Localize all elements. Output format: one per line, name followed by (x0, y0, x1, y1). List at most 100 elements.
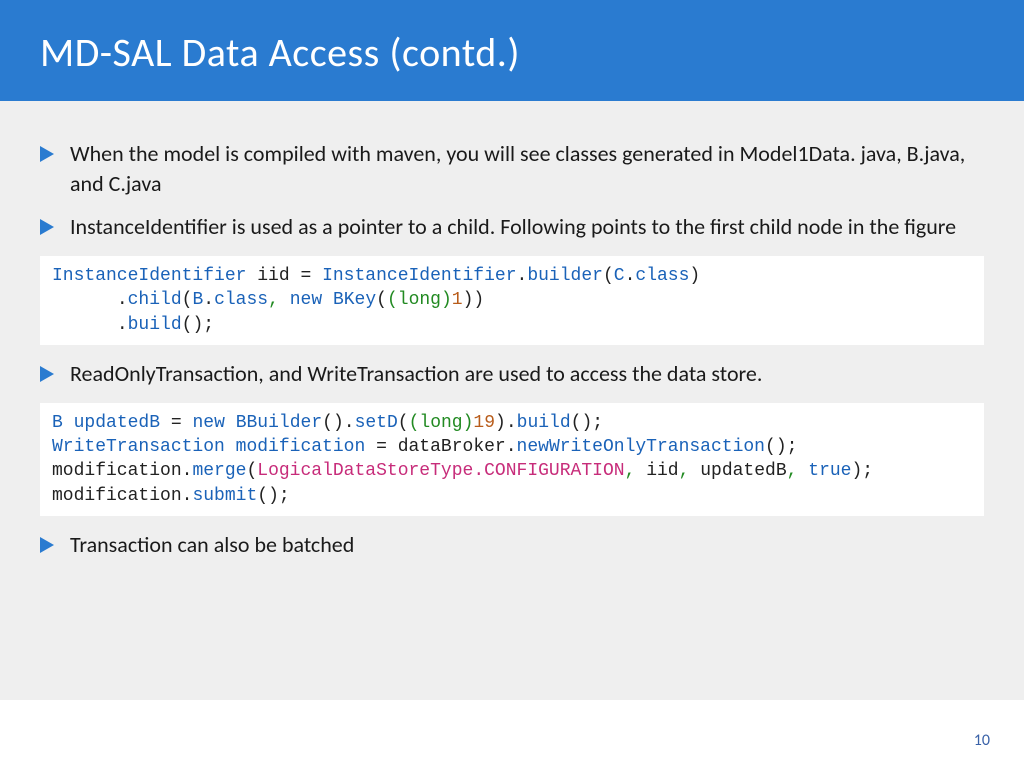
code-token: ( (765, 437, 776, 457)
code-token (322, 290, 333, 310)
slide-title: MD-SAL Data Access (contd.) (40, 28, 984, 77)
code-token: InstanceIdentifier (52, 266, 246, 286)
code-token (225, 413, 236, 433)
code-token (689, 461, 700, 481)
code-token: class (635, 266, 689, 286)
code-token: ( (246, 461, 257, 481)
code-token: . (473, 461, 484, 481)
code-block-2: B updatedB = new BBuilder().setD((long)1… (40, 403, 984, 516)
code-token: ) (581, 413, 592, 433)
code-token: new (192, 413, 224, 433)
code-token: LogicalDataStoreType (257, 461, 473, 481)
code-token: merge (192, 461, 246, 481)
code-token: = (300, 266, 311, 286)
code-token: new (290, 290, 322, 310)
code-token: newWriteOnlyTransaction (517, 437, 765, 457)
code-token: builder (527, 266, 603, 286)
code-token: ; (592, 413, 603, 433)
code-token (365, 437, 376, 457)
code-token: ) (851, 461, 862, 481)
code-token (160, 413, 171, 433)
slide-header: MD-SAL Data Access (contd.) (0, 0, 1024, 101)
code-token: modification (52, 486, 182, 506)
code-token: ) (333, 413, 344, 433)
code-token: . (117, 315, 128, 335)
code-token: modification (236, 437, 366, 457)
code-token: BKey (333, 290, 376, 310)
code-token: ) (495, 413, 506, 433)
code-token: = (376, 437, 387, 457)
code-token: child (128, 290, 182, 310)
triangle-bullet-icon (40, 219, 56, 235)
code-token: ) (689, 266, 700, 286)
slide-content: When the model is compiled with maven, y… (0, 101, 1024, 584)
code-token: . (506, 437, 517, 457)
bullet-item: When the model is compiled with maven, y… (40, 139, 984, 198)
code-token: ( (322, 413, 333, 433)
slide-body: MD-SAL Data Access (contd.) When the mod… (0, 0, 1024, 700)
code-token: ( (376, 290, 387, 310)
code-token: ; (787, 437, 798, 457)
code-token: iid (646, 461, 678, 481)
code-token (635, 461, 646, 481)
code-token: setD (355, 413, 398, 433)
code-token: submit (192, 486, 257, 506)
code-token: . (517, 266, 528, 286)
code-token: true (808, 461, 851, 481)
bullet-text: Transaction can also be batched (70, 530, 354, 560)
triangle-bullet-icon (40, 537, 56, 553)
code-token: ) (192, 315, 203, 335)
code-token: . (182, 461, 193, 481)
code-token: CONFIGURATION (484, 461, 624, 481)
code-token: ( (571, 413, 582, 433)
code-token: build (128, 315, 182, 335)
code-token (52, 290, 117, 310)
code-token: B (52, 413, 63, 433)
code-token: , (268, 290, 279, 310)
code-token: ; (279, 486, 290, 506)
slide: MD-SAL Data Access (contd.) When the mod… (0, 0, 1024, 768)
code-token: build (517, 413, 571, 433)
bullet-text: ReadOnlyTransaction, and WriteTransactio… (70, 359, 762, 389)
code-token: , (625, 461, 636, 481)
code-token (63, 413, 74, 433)
code-token: updatedB (74, 413, 160, 433)
page-number: 10 (974, 731, 990, 750)
code-token: ( (257, 486, 268, 506)
code-token: = (171, 413, 182, 433)
bullet-item: Transaction can also be batched (40, 530, 984, 560)
code-token: . (182, 486, 193, 506)
code-token: 19 (473, 413, 495, 433)
code-token: updatedB (700, 461, 786, 481)
code-token: . (506, 413, 517, 433)
code-token: , (787, 461, 798, 481)
code-token (279, 290, 290, 310)
code-token: ( (398, 413, 409, 433)
code-token: (long) (409, 413, 474, 433)
bullet-text: InstanceIdentifier is used as a pointer … (70, 212, 956, 242)
code-token: ) (268, 486, 279, 506)
bullet-item: InstanceIdentifier is used as a pointer … (40, 212, 984, 242)
code-block-1: InstanceIdentifier iid = InstanceIdentif… (40, 256, 984, 345)
code-token: . (625, 266, 636, 286)
code-token: (long) (387, 290, 452, 310)
code-token: . (203, 290, 214, 310)
code-token (387, 437, 398, 457)
code-token (225, 437, 236, 457)
bullet-text: When the model is compiled with maven, y… (70, 139, 984, 198)
code-token: ) (463, 290, 474, 310)
code-token: class (214, 290, 268, 310)
code-token: . (117, 290, 128, 310)
code-token: . (344, 413, 355, 433)
code-token: ( (603, 266, 614, 286)
code-token: ; (862, 461, 873, 481)
code-token: WriteTransaction (52, 437, 225, 457)
triangle-bullet-icon (40, 146, 56, 162)
bullet-item: ReadOnlyTransaction, and WriteTransactio… (40, 359, 984, 389)
code-token: , (679, 461, 690, 481)
code-token (52, 315, 117, 335)
code-token (311, 266, 322, 286)
code-token: C (614, 266, 625, 286)
code-token: ; (203, 315, 214, 335)
code-token (182, 413, 193, 433)
